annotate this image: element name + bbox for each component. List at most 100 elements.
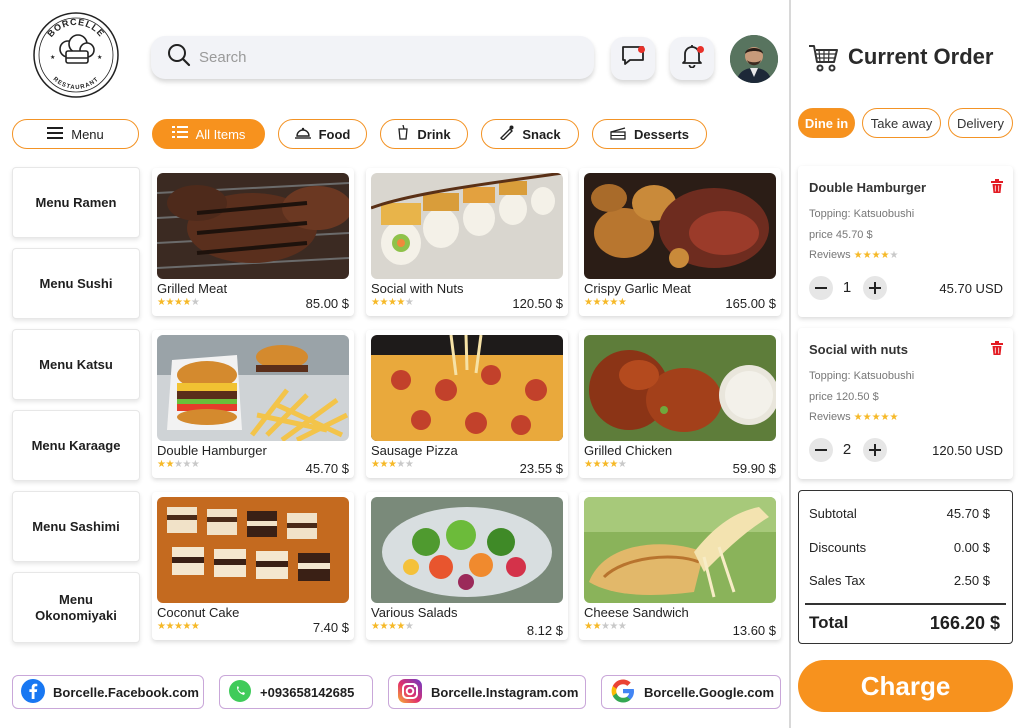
menu-card-sushi[interactable]: Menu Sushi <box>12 248 140 319</box>
decrease-quantity-button[interactable] <box>809 438 833 462</box>
trash-icon[interactable] <box>991 341 1003 360</box>
category-food[interactable]: Food <box>278 119 367 149</box>
rating-stars: ★★★★★ <box>157 297 200 308</box>
social-link-facebook[interactable]: Borcelle.Facebook.com <box>12 675 204 709</box>
food-price: 165.00 $ <box>725 296 776 311</box>
order-type-label: Take away <box>870 115 933 131</box>
star-icon: ★ <box>165 621 174 632</box>
food-card-grilled-chicken[interactable]: Grilled Chicken ★★★★★ 59.90 $ <box>579 330 781 478</box>
increase-quantity-button[interactable] <box>863 438 887 462</box>
rating-stars: ★★★★★ <box>584 297 627 308</box>
star-icon: ★ <box>592 621 601 632</box>
category-menu[interactable]: Menu <box>12 119 139 149</box>
star-icon: ★ <box>853 412 863 423</box>
order-type-delivery[interactable]: Delivery <box>948 108 1013 138</box>
star-icon: ★ <box>609 459 618 470</box>
order-type-take-away[interactable]: Take away <box>862 108 941 138</box>
category-label: Snack <box>522 126 561 142</box>
messages-button[interactable] <box>611 37 655 80</box>
star-icon: ★ <box>379 459 388 470</box>
menu-card-ramen[interactable]: Menu Ramen <box>12 167 140 238</box>
trash-icon[interactable] <box>991 179 1003 198</box>
food-card-various-salads[interactable]: Various Salads ★★★★★ 8.12 $ <box>366 492 568 640</box>
total-value: 166.20 $ <box>929 613 1000 633</box>
category-all-items[interactable]: All Items <box>152 119 265 149</box>
category-desserts[interactable]: Desserts <box>592 119 707 149</box>
food-card-coconut-cake[interactable]: Coconut Cake ★★★★★ 7.40 $ <box>152 492 354 640</box>
food-price: 59.90 $ <box>732 461 776 476</box>
food-image <box>157 335 349 441</box>
star-icon: ★ <box>609 297 618 308</box>
user-avatar[interactable] <box>730 35 778 83</box>
star-icon: ★ <box>880 250 890 261</box>
menu-card-karaage[interactable]: Menu Karaage <box>12 410 140 481</box>
facebook-icon <box>21 678 45 706</box>
star-icon: ★ <box>182 621 191 632</box>
category-snack[interactable]: Snack <box>481 119 579 149</box>
panel-divider <box>789 0 791 728</box>
food-name: Crispy Garlic Meat <box>584 281 691 296</box>
order-item-reviews: Reviews ★★★★★ <box>809 249 898 261</box>
star-icon: ★ <box>617 621 627 632</box>
food-image <box>584 497 776 603</box>
decrease-quantity-button[interactable] <box>809 276 833 300</box>
star-icon: ★ <box>609 621 618 632</box>
star-icon: ★ <box>592 459 601 470</box>
food-card-crispy-garlic-meat[interactable]: Crispy Garlic Meat ★★★★★ 165.00 $ <box>579 168 781 316</box>
food-card-social-with-nuts[interactable]: Social with Nuts ★★★★★ 120.50 $ <box>366 168 568 316</box>
reviews-label: Reviews <box>809 249 851 261</box>
order-item: Double Hamburger Topping: Katsuobushi pr… <box>798 166 1013 317</box>
increase-quantity-button[interactable] <box>863 276 887 300</box>
sales-tax-label: Sales Tax <box>809 573 866 588</box>
category-drink[interactable]: Drink <box>380 119 468 149</box>
cart-icon <box>808 43 840 78</box>
star-icon: ★ <box>190 297 200 308</box>
food-price: 8.12 $ <box>526 623 563 638</box>
star-icon: ★ <box>617 459 627 470</box>
restaurant-logo: BORCELLE RESTAURANT ★ ★ <box>32 11 120 99</box>
menu-label: Menu Okonomiyaki <box>35 591 117 623</box>
social-link-google[interactable]: Borcelle.Google.com <box>601 675 781 709</box>
quantity-value: 2 <box>842 441 852 458</box>
order-item-price: price 120.50 $ <box>809 391 879 403</box>
subtotal-label: Subtotal <box>809 506 857 521</box>
food-card-grilled-meat[interactable]: Grilled Meat ★★★★★ 85.00 $ <box>152 168 354 316</box>
star-icon: ★ <box>404 621 414 632</box>
svg-text:★: ★ <box>97 54 102 61</box>
discounts-row: Discounts 0.00 $ <box>809 540 990 555</box>
star-icon: ★ <box>889 250 899 261</box>
whatsapp-icon <box>228 679 252 706</box>
reviews-label: Reviews <box>809 411 851 423</box>
charge-label: Charge <box>860 670 951 701</box>
rating-stars: ★★★★★ <box>371 297 414 308</box>
order-item: Social with nuts Topping: Katsuobushi pr… <box>798 328 1013 479</box>
star-icon: ★ <box>862 250 872 261</box>
star-icon: ★ <box>862 412 872 423</box>
food-card-double-hamburger[interactable]: Double Hamburger ★★★★★ 45.70 $ <box>152 330 354 478</box>
food-name: Grilled Meat <box>157 281 228 296</box>
notification-dot <box>638 46 645 53</box>
menu-card-katsu[interactable]: Menu Katsu <box>12 329 140 400</box>
notifications-button[interactable] <box>670 37 714 80</box>
food-price: 7.40 $ <box>312 620 349 635</box>
star-icon: ★ <box>379 621 388 632</box>
search-bar[interactable] <box>151 36 594 79</box>
menu-label: Menu Karaage <box>31 437 121 453</box>
social-link-whatsapp[interactable]: +093658142685 <box>219 675 373 709</box>
menu-card-okonomiyaki[interactable]: Menu Okonomiyaki <box>12 572 140 643</box>
food-price: 13.60 $ <box>732 623 776 638</box>
search-input[interactable] <box>199 49 559 66</box>
menu-card-sashimi[interactable]: Menu Sashimi <box>12 491 140 562</box>
menu-label: Menu Sashimi <box>32 518 120 534</box>
order-type-dine-in[interactable]: Dine in <box>798 108 855 138</box>
star-icon: ★ <box>379 297 388 308</box>
charge-button[interactable]: Charge <box>798 660 1013 712</box>
rating-stars: ★★★★★ <box>584 459 627 470</box>
menu-label: Menu Ramen <box>35 194 117 210</box>
star-icon: ★ <box>404 459 414 470</box>
social-link-instagram[interactable]: Borcelle.Instagram.com <box>388 675 586 709</box>
food-card-sausage-pizza[interactable]: Sausage Pizza ★★★★★ 23.55 $ <box>366 330 568 478</box>
order-item-name: Double Hamburger <box>809 180 927 195</box>
food-image <box>371 497 563 603</box>
food-card-cheese-sandwich[interactable]: Cheese Sandwich ★★★★★ 13.60 $ <box>579 492 781 640</box>
